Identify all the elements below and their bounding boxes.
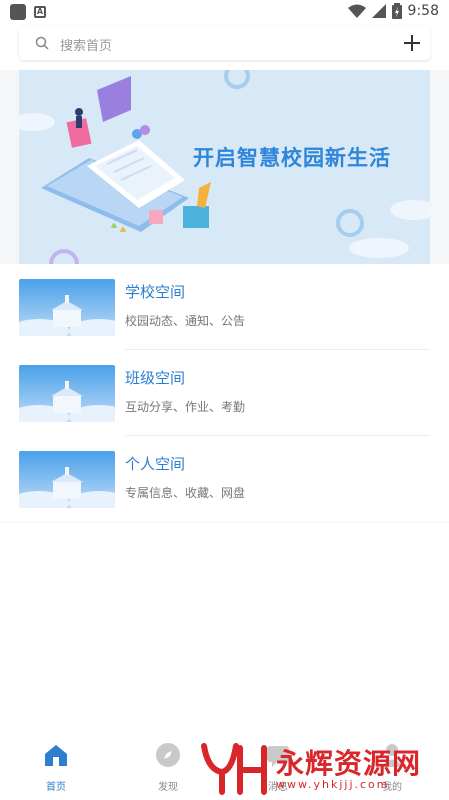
tab-label: 发现 [158, 782, 178, 793]
list-item-class[interactable]: 班级空间 互动分享、作业、考勤 [0, 350, 449, 436]
watermark: 永辉资源网 www.yhkjjj.com [200, 740, 425, 796]
watermark-url: www.yhkjjj.com [276, 778, 390, 791]
watermark-title: 永辉资源网 [276, 747, 422, 780]
list-item-subtitle: 专属信息、收藏、网盘 [125, 486, 246, 500]
tab-label: 首页 [46, 782, 66, 793]
tab-home[interactable]: 首页 [26, 742, 86, 793]
list-item-school[interactable]: 学校空间 校园动态、通知、公告 [0, 264, 449, 350]
status-bar: A 9:58 [0, 0, 449, 24]
search-input[interactable]: 搜索首页 [60, 35, 112, 54]
clock: 9:58 [407, 3, 439, 19]
compass-icon [156, 743, 180, 767]
banner-title: 开启智慧校园新生活 [193, 146, 391, 170]
battery-icon [391, 3, 402, 19]
banner[interactable]: 开启智慧校园新生活 [19, 70, 430, 264]
list-item-title: 个人空间 [125, 455, 186, 473]
space-list: 学校空间 校园动态、通知、公告 班级空间 互动分享、作业、考勤 个人空间 专属信 [0, 264, 449, 522]
list-item-personal[interactable]: 个人空间 专属信息、收藏、网盘 [0, 436, 449, 522]
add-button[interactable] [400, 31, 424, 55]
search-icon [35, 36, 49, 50]
search-bar[interactable]: 搜索首页 [19, 26, 430, 60]
watermark-logo [201, 743, 267, 795]
list-item-subtitle: 互动分享、作业、考勤 [125, 400, 246, 414]
list-item-title: 班级空间 [125, 369, 186, 387]
list-item-subtitle: 校园动态、通知、公告 [125, 314, 246, 328]
list-item-title: 学校空间 [125, 283, 186, 301]
app-notification-icon: A [34, 6, 46, 18]
signal-icon [371, 4, 386, 18]
school-thumbnail [19, 279, 115, 336]
wifi-icon [347, 4, 366, 18]
home-icon [45, 745, 67, 766]
class-thumbnail [19, 365, 115, 422]
notification-icon [10, 4, 26, 20]
header: 搜索首页 [0, 24, 449, 70]
personal-thumbnail [19, 451, 115, 508]
tab-discover[interactable]: 发现 [138, 742, 198, 793]
